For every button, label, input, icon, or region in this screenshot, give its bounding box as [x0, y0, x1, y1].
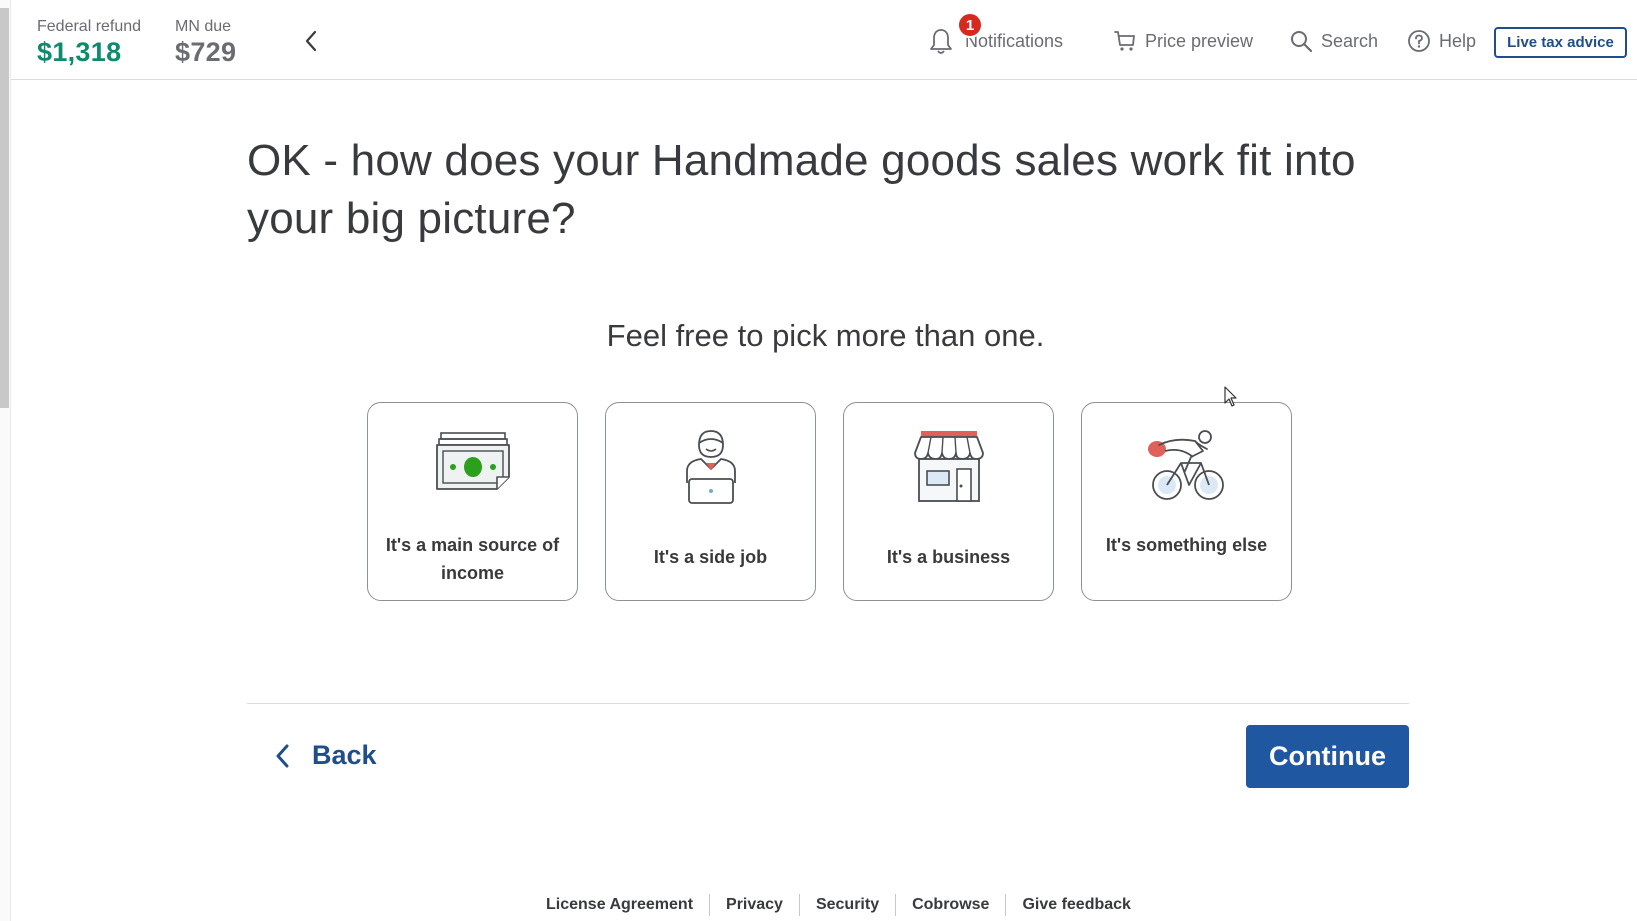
header-back-chevron-icon[interactable]	[299, 26, 325, 56]
mn-due-amount: $729	[175, 37, 237, 67]
search-button[interactable]: Search	[1289, 26, 1378, 56]
footer-link-cobrowse[interactable]: Cobrowse	[896, 894, 1007, 916]
back-label: Back	[312, 740, 377, 770]
cart-icon	[1114, 31, 1135, 51]
back-button[interactable]: Back	[274, 740, 377, 771]
divider	[247, 703, 1409, 704]
search-label: Search	[1321, 30, 1379, 51]
top-header: Federal refund $1,318 MN due $729 Notifi…	[11, 0, 1637, 80]
continue-button[interactable]: Continue	[1246, 725, 1409, 788]
bell-icon	[930, 29, 952, 54]
federal-refund[interactable]: Federal refund $1,318	[37, 18, 141, 68]
page-title: OK - how does your Handmade goods sales …	[247, 136, 1356, 243]
cyclist-icon	[1147, 430, 1224, 500]
notifications-badge: 1	[957, 12, 983, 38]
option-card-main-income[interactable]: It's a main source of income	[367, 402, 578, 601]
page-subtitle: Feel free to pick more than one.	[606, 318, 1045, 353]
option-card-side-job[interactable]: It's a side job	[605, 402, 816, 601]
footer-link-license[interactable]: License Agreement	[530, 894, 711, 916]
federal-refund-label: Federal refund	[37, 18, 142, 35]
person-laptop-icon	[685, 430, 736, 504]
footer-link-privacy[interactable]: Privacy	[710, 894, 800, 916]
help-label: Help	[1439, 30, 1477, 51]
option-label: It's a side job	[653, 547, 768, 567]
option-cards: It's a main source of income It's a side…	[367, 402, 1292, 601]
mouse-cursor-icon	[1224, 386, 1237, 407]
option-label: It's something else	[1105, 535, 1268, 555]
help-button[interactable]: Help	[1407, 26, 1476, 56]
notifications-button[interactable]: Notifications	[929, 26, 1063, 56]
footer-link-feedback[interactable]: Give feedback	[1006, 894, 1147, 916]
footer-link-security[interactable]: Security	[800, 894, 897, 916]
option-card-business[interactable]: It's a business	[843, 402, 1054, 601]
federal-refund-amount: $1,318	[37, 37, 122, 67]
mn-due-label: MN due	[175, 18, 232, 35]
price-preview-label: Price preview	[1145, 30, 1254, 51]
money-icon	[435, 432, 510, 490]
chevron-left-icon	[276, 744, 289, 767]
footer-links: License Agreement Privacy Security Cobro…	[530, 894, 1147, 916]
option-label: It's a main source of income	[385, 535, 560, 583]
price-preview-button[interactable]: Price preview	[1113, 26, 1253, 56]
option-label: It's a business	[886, 547, 1011, 567]
storefront-icon	[913, 431, 984, 502]
mn-due[interactable]: MN due $729	[175, 18, 236, 68]
live-tax-advice-button[interactable]: Live tax advice	[1494, 27, 1627, 58]
option-card-something-else[interactable]: It's something else	[1081, 402, 1292, 601]
search-icon	[1291, 31, 1313, 53]
help-icon	[1408, 30, 1430, 52]
